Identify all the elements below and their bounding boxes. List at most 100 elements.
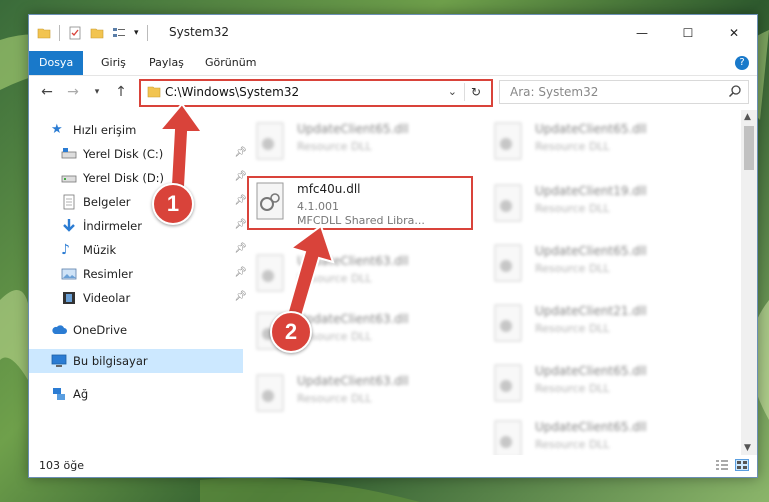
- tab-dosya[interactable]: Dosya: [29, 51, 84, 75]
- nav-item-disk-c[interactable]: Yerel Disk (C:) 📌︎: [29, 142, 253, 166]
- up-button[interactable]: ↑: [111, 82, 131, 102]
- refresh-button[interactable]: ↻: [464, 83, 487, 101]
- details-view-icon[interactable]: [715, 459, 729, 471]
- file-type: Resource DLL: [535, 140, 610, 153]
- file-type: Resource DLL: [535, 382, 610, 395]
- cloud-icon: [52, 325, 67, 334]
- explorer-window: ▾ System32 — ☐ ✕ Dosya Giriş Paylaş Görü…: [28, 14, 758, 478]
- status-bar: 103 öğe: [29, 455, 757, 477]
- tab-paylas[interactable]: Paylaş: [139, 51, 194, 75]
- network-icon: [53, 388, 65, 400]
- file-item[interactable]: UpdateClient65.dll Resource DLL: [487, 360, 707, 406]
- search-input[interactable]: Ara: System32: [510, 85, 598, 99]
- quick-access-toolbar: ▾: [37, 25, 148, 41]
- search-icon: [728, 85, 741, 98]
- nav-item-label: Bu bilgisayar: [73, 354, 148, 368]
- folder-icon: [147, 86, 161, 98]
- nav-item-label: Hızlı erişim: [73, 123, 137, 137]
- file-type: Resource DLL: [535, 322, 610, 335]
- pictures-icon: [61, 268, 77, 280]
- video-icon: [63, 292, 75, 304]
- nav-item-this-pc[interactable]: Bu bilgisayar: [29, 349, 243, 373]
- documents-icon: [63, 194, 75, 210]
- title-bar: ▾ System32 — ☐ ✕: [29, 15, 757, 51]
- file-item[interactable]: UpdateClient65.dll Resource DLL: [487, 240, 707, 286]
- arrow-up-icon: ↑: [115, 84, 127, 100]
- file-name: UpdateClient65.dll: [535, 364, 647, 378]
- help-icon[interactable]: ?: [735, 56, 749, 70]
- drive-icon: [61, 175, 77, 183]
- nav-item-pictures[interactable]: Resimler 📌︎: [29, 262, 253, 286]
- file-item[interactable]: UpdateClient19.dll Resource DLL: [487, 180, 707, 226]
- dll-file-icon: [494, 420, 522, 455]
- file-name: UpdateClient21.dll: [535, 304, 647, 318]
- properties-icon[interactable]: [68, 26, 82, 40]
- maximize-icon: ☐: [682, 26, 694, 40]
- vertical-scrollbar[interactable]: ▲ ▼: [741, 110, 757, 455]
- drive-icon: [61, 148, 77, 159]
- file-type: Resource DLL: [297, 392, 372, 405]
- nav-item-label: Resimler: [83, 267, 133, 281]
- star-icon: ★: [51, 122, 63, 137]
- qat-dropdown-icon[interactable]: ▾: [134, 28, 139, 38]
- file-item[interactable]: UpdateClient65.dll Resource DLL: [487, 118, 707, 164]
- nav-item-documents[interactable]: Belgeler 📌︎: [29, 190, 253, 214]
- file-name: UpdateClient63.dll: [297, 374, 409, 388]
- toolbar-divider: [146, 25, 148, 41]
- nav-item-videos[interactable]: Videolar 📌︎: [29, 286, 253, 310]
- file-item[interactable]: UpdateClient63.dll Resource DLL: [249, 370, 469, 416]
- maximize-button[interactable]: ☐: [665, 15, 711, 51]
- tab-giris[interactable]: Giriş: [91, 51, 136, 75]
- file-item[interactable]: UpdateClient65.dll Resource DLL: [487, 416, 707, 455]
- nav-item-label: Videolar: [83, 291, 131, 305]
- file-name: UpdateClient65.dll: [297, 122, 409, 136]
- forward-button[interactable]: →: [63, 82, 83, 102]
- file-name: UpdateClient65.dll: [535, 420, 647, 434]
- view-toggle: [715, 459, 749, 471]
- file-version: 4.1.001: [297, 200, 339, 213]
- nav-item-downloads[interactable]: İndirmeler 📌︎: [29, 214, 253, 238]
- item-count: 103 öğe: [39, 459, 84, 472]
- computer-icon: [51, 354, 67, 367]
- chevron-down-icon[interactable]: ⌄: [448, 85, 457, 98]
- nav-item-label: Ağ: [73, 387, 89, 401]
- close-icon: ✕: [728, 26, 740, 40]
- ribbon-tabs: Dosya Giriş Paylaş Görünüm ?: [29, 51, 757, 76]
- nav-item-disk-d[interactable]: Yerel Disk (D:) 📌︎: [29, 166, 253, 190]
- nav-item-quick-access[interactable]: ★ Hızlı erişim: [29, 118, 243, 142]
- close-button[interactable]: ✕: [711, 15, 757, 51]
- view-options-icon[interactable]: [112, 26, 126, 40]
- arrow-right-icon: →: [67, 84, 79, 100]
- tiles-view-icon[interactable]: [735, 459, 749, 471]
- back-button[interactable]: ←: [37, 82, 57, 102]
- dll-file-icon: [494, 184, 522, 222]
- file-item[interactable]: UpdateClient21.dll Resource DLL: [487, 300, 707, 346]
- nav-item-label: OneDrive: [73, 323, 128, 337]
- search-box[interactable]: Ara: System32: [499, 80, 749, 104]
- nav-item-onedrive[interactable]: OneDrive: [29, 318, 243, 342]
- file-type: Resource DLL: [535, 262, 610, 275]
- scrollbar-thumb[interactable]: [744, 126, 754, 170]
- folder-icon: [37, 28, 51, 39]
- dll-file-icon: [494, 364, 522, 402]
- scroll-down-icon[interactable]: ▼: [744, 443, 751, 453]
- scroll-up-icon[interactable]: ▲: [744, 112, 751, 122]
- dll-file-icon: [494, 122, 522, 160]
- file-type: Resource DLL: [297, 140, 372, 153]
- dll-file-icon: [256, 122, 284, 160]
- nav-item-music[interactable]: ♪ Müzik 📌︎: [29, 238, 253, 262]
- nav-item-network[interactable]: Ağ: [29, 382, 243, 406]
- file-type: Resource DLL: [535, 202, 610, 215]
- dll-file-icon: [256, 374, 284, 412]
- recent-locations-button[interactable]: ▾: [87, 82, 107, 102]
- file-item[interactable]: UpdateClient65.dll Resource DLL: [249, 118, 469, 164]
- tab-gorunum[interactable]: Görünüm: [195, 51, 266, 75]
- nav-item-label: İndirmeler: [83, 219, 142, 233]
- address-path[interactable]: C:\Windows\System32: [165, 85, 299, 99]
- new-folder-icon[interactable]: [90, 26, 104, 40]
- minimize-button[interactable]: —: [619, 15, 665, 51]
- navigation-bar: ← → ▾ ↑ C:\Windows\System32 ⌄ ↻ Ara: Sys…: [29, 76, 757, 108]
- file-type: Resource DLL: [535, 438, 610, 451]
- download-icon: [63, 219, 75, 232]
- dll-file-icon: [494, 304, 522, 342]
